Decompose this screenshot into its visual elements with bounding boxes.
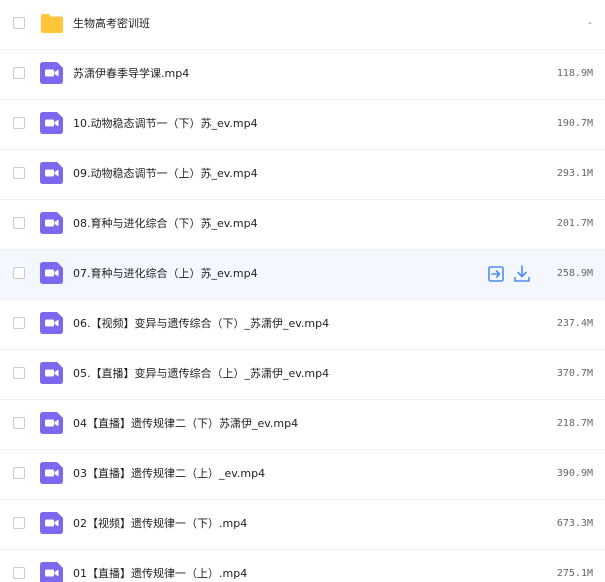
- file-name-link[interactable]: 04【直播】遗传规律二（下）苏潇伊_ev.mp4: [73, 400, 298, 448]
- file-size: 275.1M: [556, 568, 593, 579]
- file-name-link[interactable]: 02【视频】遗传规律一（下）.mp4: [73, 500, 247, 548]
- folder-icon: [40, 12, 64, 34]
- file-row[interactable]: 07.育种与进化综合（上）苏_ev.mp4 258.9M: [0, 250, 605, 300]
- file-size: 293.1M: [556, 168, 593, 179]
- file-name-link[interactable]: 生物高考密训班: [73, 0, 150, 48]
- file-row[interactable]: 09.动物稳态调节一（上）苏_ev.mp4 293.1M: [0, 150, 605, 200]
- row-checkbox[interactable]: [13, 217, 25, 229]
- row-checkbox[interactable]: [13, 567, 25, 579]
- file-size: 258.9M: [556, 268, 593, 279]
- folder-row[interactable]: 生物高考密训班 -: [0, 0, 605, 50]
- file-size: 237.4M: [556, 318, 593, 329]
- file-row[interactable]: 04【直播】遗传规律二（下）苏潇伊_ev.mp4 218.7M: [0, 400, 605, 450]
- file-size: -: [586, 18, 593, 29]
- download-icon[interactable]: [512, 264, 532, 284]
- video-file-icon: [40, 162, 64, 184]
- row-checkbox[interactable]: [13, 117, 25, 129]
- file-row[interactable]: 08.育种与进化综合（下）苏_ev.mp4 201.7M: [0, 200, 605, 250]
- share-icon[interactable]: [486, 264, 506, 284]
- file-row[interactable]: 05.【直播】变异与遗传综合（上）_苏潇伊_ev.mp4 370.7M: [0, 350, 605, 400]
- row-checkbox[interactable]: [13, 417, 25, 429]
- file-name-link[interactable]: 苏潇伊春季导学课.mp4: [73, 50, 189, 98]
- file-name-link[interactable]: 06.【视频】变异与遗传综合（下）_苏潇伊_ev.mp4: [73, 300, 329, 348]
- video-file-icon: [40, 562, 64, 582]
- row-checkbox[interactable]: [13, 367, 25, 379]
- file-name-link[interactable]: 05.【直播】变异与遗传综合（上）_苏潇伊_ev.mp4: [73, 350, 329, 398]
- row-checkbox[interactable]: [13, 467, 25, 479]
- video-file-icon: [40, 262, 64, 284]
- file-row[interactable]: 02【视频】遗传规律一（下）.mp4 673.3M: [0, 500, 605, 550]
- file-row[interactable]: 06.【视频】变异与遗传综合（下）_苏潇伊_ev.mp4 237.4M: [0, 300, 605, 350]
- file-size: 390.9M: [556, 468, 593, 479]
- row-checkbox[interactable]: [13, 267, 25, 279]
- video-file-icon: [40, 512, 64, 534]
- video-file-icon: [40, 462, 64, 484]
- video-file-icon: [40, 412, 64, 434]
- video-file-icon: [40, 362, 64, 384]
- file-size: 218.7M: [556, 418, 593, 429]
- video-file-icon: [40, 312, 64, 334]
- file-row[interactable]: 10.动物稳态调节一（下）苏_ev.mp4 190.7M: [0, 100, 605, 150]
- file-name-link[interactable]: 01【直播】遗传规律一（上）.mp4: [73, 550, 247, 582]
- file-name-link[interactable]: 07.育种与进化综合（上）苏_ev.mp4: [73, 250, 258, 298]
- file-size: 673.3M: [556, 518, 593, 529]
- file-list: 生物高考密训班 - 苏潇伊春季导学课.mp4 118.9M 10.动物稳态调节一（下）苏…: [0, 0, 605, 582]
- file-row[interactable]: 01【直播】遗传规律一（上）.mp4 275.1M: [0, 550, 605, 582]
- file-row[interactable]: 03【直播】遗传规律二（上）_ev.mp4 390.9M: [0, 450, 605, 500]
- file-name-link[interactable]: 10.动物稳态调节一（下）苏_ev.mp4: [73, 100, 258, 148]
- file-name-link[interactable]: 08.育种与进化综合（下）苏_ev.mp4: [73, 200, 258, 248]
- row-checkbox[interactable]: [13, 517, 25, 529]
- row-checkbox[interactable]: [13, 167, 25, 179]
- row-checkbox[interactable]: [13, 17, 25, 29]
- row-checkbox[interactable]: [13, 67, 25, 79]
- file-size: 201.7M: [556, 218, 593, 229]
- file-size: 370.7M: [556, 368, 593, 379]
- file-name-link[interactable]: 03【直播】遗传规律二（上）_ev.mp4: [73, 450, 265, 498]
- file-size: 118.9M: [556, 68, 593, 79]
- row-checkbox[interactable]: [13, 317, 25, 329]
- file-row[interactable]: 苏潇伊春季导学课.mp4 118.9M: [0, 50, 605, 100]
- video-file-icon: [40, 62, 64, 84]
- file-size: 190.7M: [556, 118, 593, 129]
- video-file-icon: [40, 112, 64, 134]
- video-file-icon: [40, 212, 64, 234]
- file-name-link[interactable]: 09.动物稳态调节一（上）苏_ev.mp4: [73, 150, 258, 198]
